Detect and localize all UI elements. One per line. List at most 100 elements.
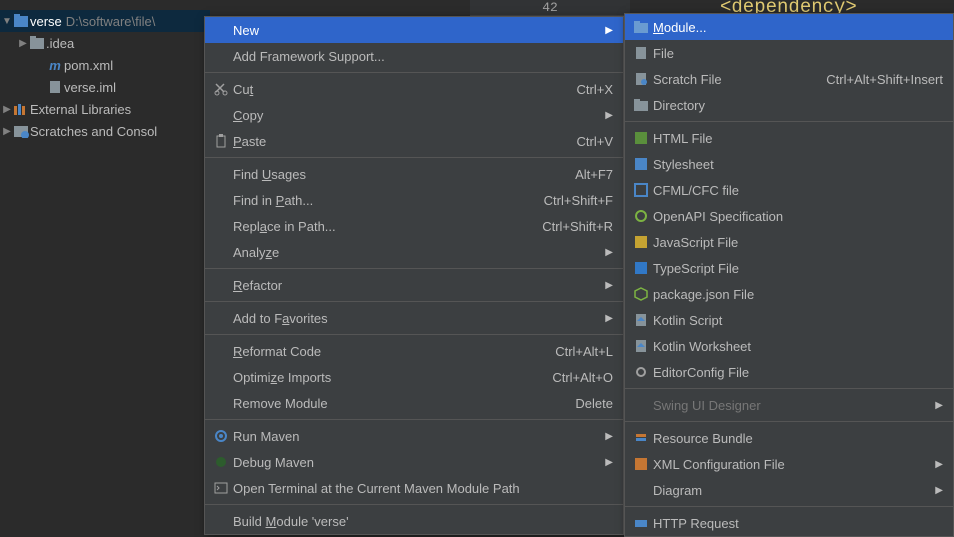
js-icon (631, 235, 651, 249)
html-icon (631, 131, 651, 145)
cfml-icon (631, 183, 651, 197)
chevron-down-icon[interactable]: ▼ (2, 16, 12, 27)
menu-xml-config[interactable]: XML Configuration File ▶ (625, 451, 953, 477)
chevron-right-icon: ▶ (601, 457, 613, 468)
api-icon (631, 516, 651, 530)
menu-refactor[interactable]: Refactor ▶ (205, 272, 623, 298)
folder-icon (12, 14, 30, 28)
menu-resource-bundle[interactable]: Resource Bundle (625, 425, 953, 451)
tree-label: Scratches and Consol (30, 124, 157, 139)
menu-separator (205, 157, 623, 158)
folder-icon (631, 21, 651, 34)
tree-node-iml[interactable]: verse.iml (0, 76, 210, 98)
menu-paste[interactable]: Paste Ctrl+V (205, 128, 623, 154)
menu-copy[interactable]: Copy ▶ (205, 102, 623, 128)
tree-label: External Libraries (30, 102, 131, 117)
menu-package-json[interactable]: package.json File (625, 281, 953, 307)
tree-label: verse.iml (64, 80, 116, 95)
project-tree: ▼ verse D:\software\file\ ▶ .idea m pom.… (0, 10, 210, 142)
tree-path: D:\software\file\ (66, 14, 156, 29)
menu-editorconfig[interactable]: EditorConfig File (625, 359, 953, 385)
kotlin-icon (631, 313, 651, 327)
kotlin-icon (631, 339, 651, 353)
chevron-right-icon: ▶ (601, 110, 613, 121)
menu-directory[interactable]: Directory (625, 92, 953, 118)
menu-html-file[interactable]: HTML File (625, 125, 953, 151)
chevron-right-icon: ▶ (931, 459, 943, 470)
file-icon (46, 80, 64, 94)
tree-label: verse (30, 14, 62, 29)
libraries-icon (12, 102, 30, 116)
tree-node-external-libraries[interactable]: ▶ External Libraries (0, 98, 210, 120)
menu-file[interactable]: File (625, 40, 953, 66)
menu-module[interactable]: Module... (625, 14, 953, 40)
menu-analyze[interactable]: Analyze ▶ (205, 239, 623, 265)
menu-separator (205, 419, 623, 420)
chevron-right-icon[interactable]: ▶ (18, 38, 28, 49)
menu-separator (205, 504, 623, 505)
menu-replace-in-path[interactable]: Replace in Path... Ctrl+Shift+R (205, 213, 623, 239)
chevron-right-icon[interactable]: ▶ (2, 104, 12, 115)
gear-icon (211, 429, 231, 443)
tree-label: pom.xml (64, 58, 113, 73)
folder-icon (631, 99, 651, 112)
menu-kotlin-script[interactable]: Kotlin Script (625, 307, 953, 333)
folder-icon (28, 36, 46, 50)
menu-openapi[interactable]: OpenAPI Specification (625, 203, 953, 229)
tree-node-verse[interactable]: ▼ verse D:\software\file\ (0, 10, 210, 32)
menu-swing[interactable]: Swing UI Designer ▶ (625, 392, 953, 418)
menu-favorites[interactable]: Add to Favorites ▶ (205, 305, 623, 331)
menu-reformat[interactable]: Reformat Code Ctrl+Alt+L (205, 338, 623, 364)
menu-separator (205, 268, 623, 269)
menu-javascript[interactable]: JavaScript File (625, 229, 953, 255)
menu-separator (625, 388, 953, 389)
menu-new[interactable]: New ▶ (205, 17, 623, 43)
menu-debug-maven[interactable]: Debug Maven ▶ (205, 449, 623, 475)
menu-open-terminal[interactable]: Open Terminal at the Current Maven Modul… (205, 475, 623, 501)
menu-kotlin-worksheet[interactable]: Kotlin Worksheet (625, 333, 953, 359)
tree-label: .idea (46, 36, 74, 51)
menu-cfml[interactable]: CFML/CFC file (625, 177, 953, 203)
openapi-icon (631, 209, 651, 223)
clipboard-icon (211, 134, 231, 148)
chevron-right-icon: ▶ (601, 431, 613, 442)
menu-add-framework[interactable]: Add Framework Support... (205, 43, 623, 69)
xml-icon (631, 457, 651, 471)
ts-icon (631, 261, 651, 275)
npm-icon (631, 287, 651, 301)
menu-find-usages[interactable]: Find Usages Alt+F7 (205, 161, 623, 187)
chevron-right-icon: ▶ (601, 25, 613, 36)
bundle-icon (631, 431, 651, 445)
menu-find-in-path[interactable]: Find in Path... Ctrl+Shift+F (205, 187, 623, 213)
menu-stylesheet[interactable]: Stylesheet (625, 151, 953, 177)
menu-optimize-imports[interactable]: Optimize Imports Ctrl+Alt+O (205, 364, 623, 390)
menu-separator (205, 334, 623, 335)
chevron-right-icon: ▶ (601, 280, 613, 291)
chevron-right-icon: ▶ (931, 485, 943, 496)
tree-node-scratches[interactable]: ▶ Scratches and Consol (0, 120, 210, 142)
menu-separator (625, 121, 953, 122)
chevron-right-icon: ▶ (601, 247, 613, 258)
tree-node-idea[interactable]: ▶ .idea (0, 32, 210, 54)
tree-node-pom[interactable]: m pom.xml (0, 54, 210, 76)
menu-separator (205, 72, 623, 73)
menu-typescript[interactable]: TypeScript File (625, 255, 953, 281)
scratch-icon (631, 72, 651, 86)
chevron-right-icon[interactable]: ▶ (2, 126, 12, 137)
menu-diagram[interactable]: Diagram ▶ (625, 477, 953, 503)
menu-build-module[interactable]: Build Module 'verse' (205, 508, 623, 534)
menu-scratch-file[interactable]: Scratch File Ctrl+Alt+Shift+Insert (625, 66, 953, 92)
chevron-right-icon: ▶ (931, 400, 943, 411)
menu-cut[interactable]: Cut Ctrl+X (205, 76, 623, 102)
css-icon (631, 157, 651, 171)
menu-separator (625, 421, 953, 422)
maven-icon: m (46, 58, 64, 73)
terminal-icon (211, 481, 231, 495)
menu-remove-module[interactable]: Remove Module Delete (205, 390, 623, 416)
bug-icon (211, 455, 231, 469)
submenu-new: Module... File Scratch File Ctrl+Alt+Shi… (624, 13, 954, 537)
gear-icon (631, 365, 651, 379)
menu-run-maven[interactable]: Run Maven ▶ (205, 423, 623, 449)
menu-separator (205, 301, 623, 302)
context-menu: New ▶ Add Framework Support... Cut Ctrl+… (204, 16, 624, 535)
